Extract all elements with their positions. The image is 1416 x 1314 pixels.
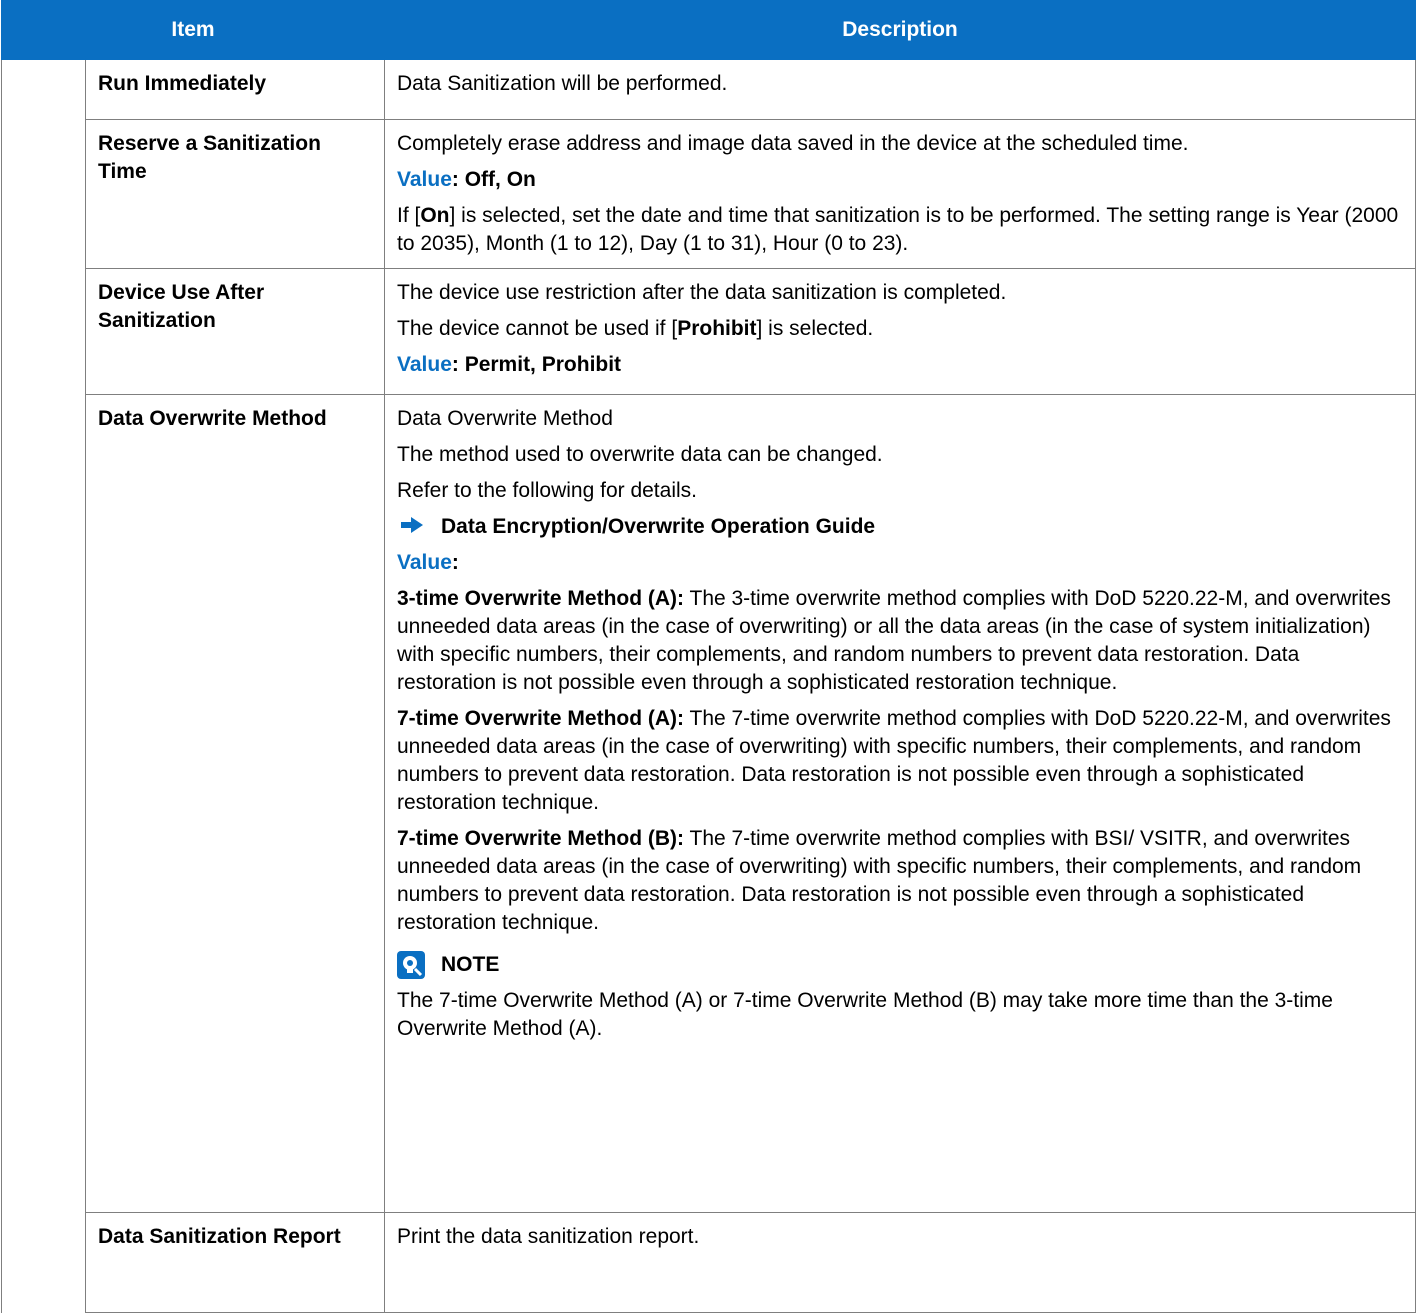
table-row: Data Overwrite Method Data Overwrite Met… — [2, 394, 1416, 1213]
reference-link: Data Encryption/Overwrite Operation Guid… — [401, 513, 1403, 541]
note-icon — [397, 951, 425, 979]
desc-text: Data Overwrite Method — [397, 407, 613, 430]
desc-text: Refer to the following for details. — [397, 479, 697, 502]
note-title: NOTE — [441, 953, 500, 976]
indent-column — [1, 59, 86, 1313]
reference-title: Data Encryption/Overwrite Operation Guid… — [441, 515, 876, 538]
method-7-time-a: 7-time Overwrite Method (A): The 7-time … — [397, 707, 1391, 814]
table-row: Data Sanitization Report Print the data … — [2, 1212, 1416, 1313]
table-row: Device Use After Sanitization The device… — [2, 268, 1416, 395]
value-line: Value: Off, On — [397, 166, 1403, 194]
desc-text: Completely erase address and image data … — [397, 132, 1189, 155]
table-header-row: Item Description — [1, 0, 1416, 60]
item-sanitization-report: Data Sanitization Report — [85, 1212, 385, 1313]
desc-reserve-time: Completely erase address and image data … — [384, 119, 1416, 269]
desc-run-immediately: Data Sanitization will be performed. — [384, 59, 1416, 120]
desc-text: The device use restriction after the dat… — [397, 281, 1007, 304]
item-reserve-time: Reserve a Sanitization Time — [85, 119, 385, 269]
item-run-immediately: Run Immediately — [85, 59, 385, 120]
item-device-use: Device Use After Sanitization — [85, 268, 385, 395]
settings-table: Item Description Run Immediately Data Sa… — [1, 0, 1416, 1313]
value-label: Value — [397, 551, 452, 574]
value-label: Value — [397, 353, 452, 376]
item-overwrite-method: Data Overwrite Method — [85, 394, 385, 1213]
value-options: : Permit, Prohibit — [451, 353, 622, 376]
desc-text: If [On] is selected, set the date and ti… — [397, 204, 1399, 255]
desc-device-use: The device use restriction after the dat… — [384, 268, 1416, 395]
note-text: The 7-time Overwrite Method (A) or 7-tim… — [397, 989, 1333, 1040]
value-line: Value: — [397, 551, 459, 574]
method-3-time-a: 3-time Overwrite Method (A): The 3-time … — [397, 587, 1391, 694]
desc-text: Print the data sanitization report. — [397, 1225, 700, 1248]
desc-text: The method used to overwrite data can be… — [397, 443, 883, 466]
desc-sanitization-report: Print the data sanitization report. — [384, 1212, 1416, 1313]
method-7-time-b: 7-time Overwrite Method (B): The 7-time … — [397, 827, 1362, 934]
value-label: Value — [397, 168, 452, 191]
value-options: : Off, On — [451, 168, 536, 191]
table-row: Run Immediately Data Sanitization will b… — [1, 59, 1416, 1313]
desc-overwrite-method: Data Overwrite Method The method used to… — [384, 394, 1416, 1213]
desc-text: The device cannot be used if [Prohibit] … — [397, 317, 874, 340]
arrow-right-icon — [401, 513, 429, 541]
table-row: Reserve a Sanitization Time Completely e… — [2, 119, 1416, 269]
note-heading: NOTE — [397, 951, 1403, 979]
value-line: Value: Permit, Prohibit — [397, 351, 1403, 379]
desc-text: Data Sanitization will be performed. — [397, 72, 728, 95]
header-description: Description — [384, 0, 1416, 60]
header-item: Item — [1, 0, 385, 60]
